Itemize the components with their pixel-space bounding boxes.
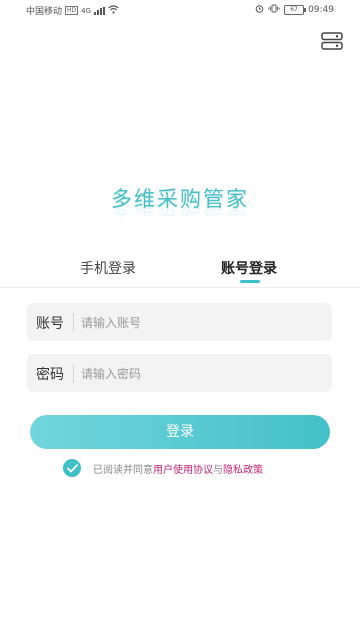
password-input[interactable] [79, 360, 323, 388]
wifi-icon [108, 4, 119, 17]
alarm-icon [255, 4, 264, 16]
battery-icon: 67 [284, 5, 307, 15]
tabs-divider [0, 287, 360, 288]
login-tabs: 手机登录 账号登录 [0, 258, 360, 288]
password-label: 密码 [36, 367, 64, 383]
tab-account-login[interactable]: 账号登录 [221, 258, 277, 278]
password-field: 密码 [27, 354, 332, 392]
status-time: 09:49 [308, 5, 334, 15]
field-separator [73, 313, 74, 332]
agreement-text: 已阅读并同意用户使用协议与隐私政策 [93, 461, 263, 476]
server-settings-icon[interactable] [321, 32, 343, 50]
status-left: 中国移动 HD 4G [26, 4, 119, 17]
hd-badge: HD [65, 6, 79, 15]
user-agreement-link[interactable]: 用户使用协议 [153, 465, 213, 476]
status-bar: 中国移动 HD 4G 67 09:49 [0, 0, 360, 20]
privacy-policy-link[interactable]: 隐私政策 [223, 465, 263, 476]
account-input[interactable] [79, 309, 323, 337]
app-title-reflection: 多维采购管家 [0, 208, 360, 222]
active-tab-indicator [240, 280, 260, 283]
account-label: 账号 [36, 316, 64, 332]
network-type: 4G [81, 6, 92, 15]
agreement-prefix: 已阅读并同意 [93, 464, 153, 476]
vibrate-icon [268, 4, 280, 16]
battery-level: 67 [290, 6, 298, 13]
field-separator [73, 364, 74, 383]
tab-phone-login[interactable]: 手机登录 [80, 258, 136, 278]
signal-icon [94, 6, 106, 15]
login-button[interactable]: 登录 [30, 415, 330, 449]
account-field: 账号 [27, 303, 332, 341]
agreement-checkbox[interactable] [63, 459, 81, 477]
agreement-conjunction: 与 [213, 464, 223, 476]
agreement-row: 已阅读并同意用户使用协议与隐私政策 [63, 459, 263, 477]
carrier-name: 中国移动 [26, 7, 63, 17]
checkmark-icon [66, 463, 78, 472]
status-right: 67 09:49 [255, 4, 334, 16]
